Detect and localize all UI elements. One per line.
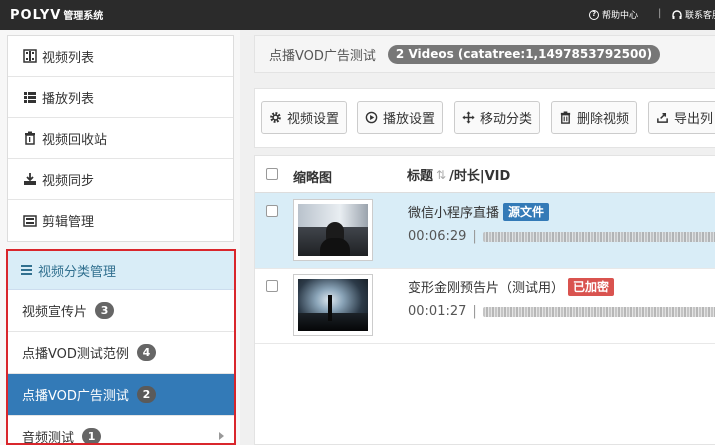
row-checkbox[interactable]	[266, 280, 278, 292]
encrypted-tag[interactable]: 已加密	[568, 277, 615, 296]
source-file-tag[interactable]: 源文件	[503, 202, 550, 221]
video-title-text[interactable]: 微信小程序直播	[408, 202, 499, 221]
topbar-separator: |	[658, 8, 662, 19]
category-header[interactable]: 视频分类管理	[8, 251, 234, 290]
count-badge: 1	[82, 428, 102, 443]
vid-redacted	[482, 306, 715, 317]
row-checkbox[interactable]	[266, 205, 278, 217]
play-settings-button[interactable]: 播放设置	[357, 101, 444, 134]
count-badge: 2	[136, 386, 156, 403]
play-circle-icon	[365, 111, 378, 124]
video-thumbnail[interactable]	[293, 199, 373, 261]
category-panel: 视频分类管理 视频宣传片 3 点播VOD测试范例 4 点播VOD广告测试 2 音…	[6, 249, 236, 445]
help-center-label: 帮助中心	[602, 11, 639, 21]
sidebar-item-playlist[interactable]: 播放列表	[8, 77, 233, 118]
column-header-thumbnail: 缩略图	[293, 171, 333, 186]
video-duration: 00:01:27	[408, 304, 467, 319]
logo-brand: POLYV	[10, 8, 62, 23]
move-arrows-icon	[462, 111, 475, 124]
column-header-title: 标题 ⇅ /时长|VID	[407, 165, 511, 185]
duration-separator: |	[472, 304, 477, 319]
breadcrumb: 点播VOD广告测试 2 Videos (catatree:1,149785379…	[254, 35, 715, 73]
sidebar-item-recycle-bin[interactable]: 视频回收站	[8, 118, 233, 159]
count-badge: 3	[95, 302, 115, 319]
export-icon	[657, 113, 668, 123]
video-title: 微信小程序直播 源文件	[408, 202, 550, 221]
video-settings-label: 视频设置	[287, 112, 340, 127]
category-header-label: 视频分类管理	[38, 264, 117, 280]
sidebar-item-label: 播放列表	[42, 91, 95, 107]
video-duration-vid: 00:06:29 |	[408, 229, 715, 244]
video-duration-vid: 00:01:27 |	[408, 304, 715, 319]
video-table: 缩略图 标题 ⇅ /时长|VID 微信小程序直播 源文件 00:06:29 | …	[254, 155, 715, 445]
category-item[interactable]: 音频测试 1	[8, 416, 234, 445]
category-item-active[interactable]: 点播VOD广告测试 2	[8, 374, 234, 416]
export-label: 导出列	[674, 112, 714, 127]
sidebar-item-label: 视频回收站	[42, 132, 108, 148]
sidebar-item-label: 剪辑管理	[42, 215, 95, 230]
table-header: 缩略图 标题 ⇅ /时长|VID	[255, 156, 715, 193]
video-settings-button[interactable]: 视频设置	[261, 101, 348, 134]
table-row[interactable]: 微信小程序直播 源文件 00:06:29 |	[255, 193, 715, 269]
contact-support-label: 联系客服	[685, 11, 715, 21]
duration-separator: |	[472, 229, 477, 244]
headset-icon	[672, 9, 682, 19]
chevron-right-icon[interactable]	[219, 432, 224, 440]
film-icon	[23, 49, 37, 63]
video-title-text[interactable]: 变形金刚预告片（测试用）	[408, 277, 564, 296]
category-item[interactable]: 视频宣传片 3	[8, 290, 234, 332]
logo-system-name: 管理系统	[63, 11, 104, 22]
column-header-title-label[interactable]: 标题	[407, 165, 433, 184]
select-all-checkbox[interactable]	[266, 168, 278, 180]
contact-support-link[interactable]: 联系客服	[672, 8, 715, 21]
vid-redacted	[482, 231, 715, 242]
sidebar-item-video-list[interactable]: 视频列表	[8, 36, 233, 77]
sidebar-item-label: 视频同步	[42, 173, 95, 189]
video-title: 变形金刚预告片（测试用） 已加密	[408, 277, 615, 296]
play-settings-label: 播放设置	[383, 112, 436, 127]
sidebar-item-label: 视频列表	[42, 50, 95, 66]
gear-icon	[270, 112, 281, 123]
category-item-label: 视频宣传片	[22, 305, 88, 320]
move-category-label: 移动分类	[480, 112, 533, 127]
delete-video-label: 删除视频	[577, 112, 630, 127]
breadcrumb-title: 点播VOD广告测试	[269, 48, 376, 64]
logo[interactable]: POLYV 管理系统	[10, 7, 103, 23]
category-item-label: 点播VOD测试范例	[22, 347, 129, 362]
top-bar: POLYV 管理系统 ? 帮助中心 | 联系客服	[0, 0, 715, 30]
edit-icon	[23, 214, 37, 227]
sidebar: 视频列表 播放列表 视频回收站 视频同步 剪辑管理 视频分类管理 视频宣传片 3	[0, 30, 240, 445]
column-header-rest-label: /时长|VID	[449, 169, 511, 184]
sidebar-menu: 视频列表 播放列表 视频回收站 视频同步 剪辑管理	[7, 35, 234, 242]
sidebar-item-video-sync[interactable]: 视频同步	[8, 159, 233, 200]
sidebar-item-clip-manage[interactable]: 剪辑管理	[8, 200, 233, 241]
export-list-button[interactable]: 导出列	[648, 101, 715, 134]
category-item-label: 音频测试	[22, 431, 75, 445]
help-center-link[interactable]: ? 帮助中心	[589, 8, 638, 21]
video-thumbnail[interactable]	[293, 274, 373, 336]
delete-video-button[interactable]: 删除视频	[551, 101, 638, 134]
toolbar: 视频设置 播放设置 移动分类 删除视频 导出列	[254, 88, 715, 148]
list-icon	[24, 92, 36, 103]
trash-icon	[25, 131, 35, 145]
category-item-label: 点播VOD广告测试	[22, 389, 129, 404]
question-icon: ?	[589, 9, 599, 20]
main-content: 点播VOD广告测试 2 Videos (catatree:1,149785379…	[254, 30, 715, 445]
table-row[interactable]: 变形金刚预告片（测试用） 已加密 00:01:27 |	[255, 268, 715, 344]
count-badge: 4	[136, 344, 156, 361]
video-count-badge: 2 Videos (catatree:1,1497853792500)	[387, 44, 661, 64]
menu-bars-icon	[21, 263, 32, 277]
category-item[interactable]: 点播VOD测试范例 4	[8, 332, 234, 374]
sort-icon[interactable]: ⇅	[436, 168, 446, 182]
move-category-button[interactable]: 移动分类	[454, 101, 541, 134]
sync-icon	[24, 173, 36, 185]
trash-icon	[560, 111, 571, 124]
video-duration: 00:06:29	[408, 229, 467, 244]
